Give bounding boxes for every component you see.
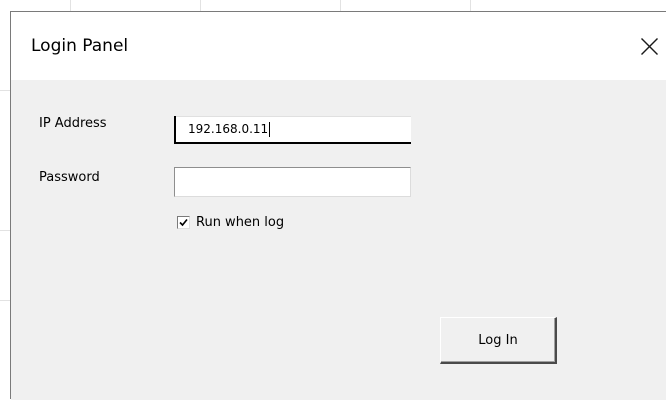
checkmark-icon xyxy=(179,218,188,227)
ip-address-value: 192.168.0.11 xyxy=(188,122,271,137)
password-label: Password xyxy=(39,170,100,185)
run-when-log-checkbox[interactable] xyxy=(177,216,190,229)
run-when-log-label: Run when log xyxy=(196,215,285,230)
dialog-titlebar: Login Panel xyxy=(11,12,666,80)
ip-address-input[interactable]: 192.168.0.11 xyxy=(174,116,411,144)
run-when-log-option[interactable]: Run when log xyxy=(177,215,284,230)
log-in-button[interactable]: Log In xyxy=(440,317,557,364)
dialog-body: IP Address 192.168.0.11 Password Run whe… xyxy=(11,80,666,400)
login-dialog: Login Panel IP Address 192.168.0.11 Pass… xyxy=(10,11,666,400)
password-input[interactable] xyxy=(174,167,411,197)
text-caret xyxy=(269,122,271,137)
ip-address-label: IP Address xyxy=(39,116,107,131)
close-button[interactable] xyxy=(632,26,666,66)
dialog-title: Login Panel xyxy=(31,36,129,56)
close-icon xyxy=(640,37,658,55)
